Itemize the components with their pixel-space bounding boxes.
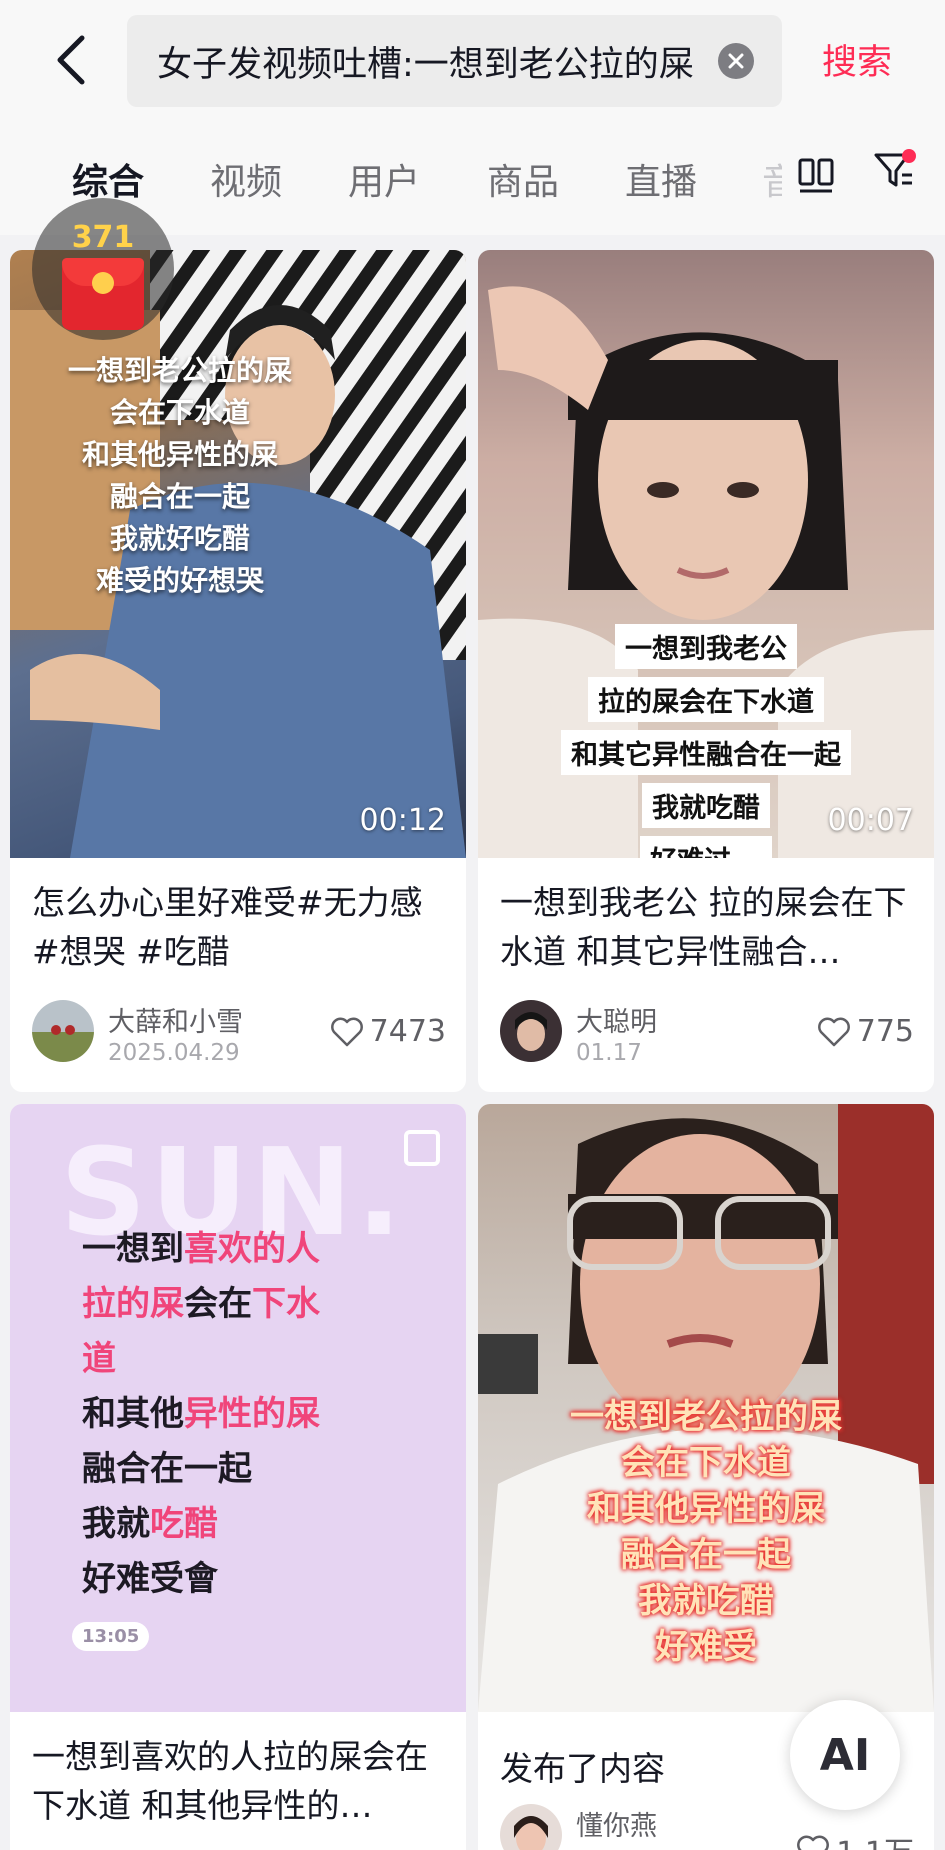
chevron-left-icon [57, 35, 85, 85]
author-row: 懂你燕 1.1万 [500, 1804, 914, 1850]
layout-toggle-button[interactable] [796, 155, 836, 195]
caption-line: 会在下水道 [621, 1443, 791, 1483]
like-count-value: 775 [856, 1014, 914, 1049]
caption-line: 和其它异性融合在一起 [561, 730, 851, 775]
grid-view-icon [798, 158, 834, 193]
result-title[interactable]: 一想到我老公 拉的屎会在下水道 和其它异性融合… [500, 878, 914, 978]
caption-line: 和其他异性的屎 [81, 438, 278, 471]
image-thumbnail[interactable]: SUN. 一想到喜欢的人 拉的屎会在下水 道 和其他异性的屎 融合在一起 我就吃… [10, 1104, 466, 1712]
red-envelope-widget[interactable]: 371 [32, 198, 174, 340]
result-title[interactable]: 怎么办心里好难受#无力感 #想哭 #吃醋 [32, 878, 446, 978]
caption-highlight: 道 [82, 1339, 116, 1379]
caption-segment: 融合在一起 [82, 1449, 252, 1489]
avatar[interactable] [500, 1804, 562, 1850]
result-title[interactable]: 一想到喜欢的人拉的屎会在下水道 和其他异性的… [32, 1732, 446, 1832]
search-button[interactable]: 搜索 [822, 34, 892, 85]
caption-highlight: 拉的屎 [82, 1284, 184, 1324]
caption-line: 融合在一起 [621, 1535, 791, 1575]
tab-music[interactable]: 音 [762, 153, 782, 205]
back-button[interactable] [44, 30, 96, 90]
caption-line: 一想到我老公 [615, 624, 797, 669]
like-count[interactable]: 7473 [330, 1014, 446, 1049]
result-card[interactable]: SUN. 一想到喜欢的人 拉的屎会在下水 道 和其他异性的屎 融合在一起 我就吃… [10, 1104, 466, 1850]
thumbnail-caption: 一想到老公拉的屎 会在下水道 和其他异性的屎 融合在一起 我就吃醋 好难受 [478, 1394, 934, 1670]
caption-segment: 和其他 [82, 1394, 184, 1434]
author-name[interactable]: 大薛和小雪 [108, 1000, 243, 1039]
video-duration: 00:07 [827, 803, 914, 838]
caption-line: 难受的好想哭 [95, 564, 264, 597]
author-name[interactable]: 懂你燕 [576, 1804, 657, 1843]
caption-line: 好难过... [640, 836, 772, 858]
filter-notification-dot [902, 149, 916, 163]
heart-icon [817, 1017, 850, 1046]
caption-line: 拉的屎会在下水 [82, 1277, 320, 1332]
like-count-value: 1.1万 [836, 1828, 914, 1850]
caption-line: 融合在一起 [109, 480, 250, 513]
caption-line: 一想到老公拉的屎 [67, 354, 292, 387]
caption-line: 我就吃醋 [638, 1581, 774, 1621]
result-card[interactable]: 一想到老公拉的屎 会在下水道 和其他异性的屎 融合在一起 我就好吃醋 难受的好想… [10, 250, 466, 1092]
caption-line: 一想到喜欢的人 [82, 1222, 320, 1277]
image-thumbnail[interactable]: 一想到老公拉的屎 会在下水道 和其他异性的屎 融合在一起 我就吃醋 好难受 [478, 1104, 934, 1712]
video-duration: 00:12 [359, 803, 446, 838]
search-header: 女子发视频吐槽:一想到老公拉的屎 搜索 [0, 0, 945, 125]
caption-line: 和其他异性的屎 [587, 1489, 825, 1529]
caption-line: 好难受會 [82, 1552, 320, 1607]
caption-segment: 我就 [82, 1504, 150, 1544]
search-query-text: 女子发视频吐槽:一想到老公拉的屎 [157, 44, 694, 85]
caption-highlight: 异性的屎 [184, 1394, 320, 1434]
red-envelope-count: 371 [71, 220, 135, 255]
avatar[interactable] [500, 1000, 562, 1062]
multi-image-icon [404, 1130, 440, 1166]
post-date: 01.17 [576, 1040, 642, 1066]
author-row: 大薛和小雪 2025.04.29 7473 [32, 1000, 446, 1070]
tab-products[interactable]: 商品 [487, 153, 559, 205]
time-badge: 13:05 [72, 1622, 150, 1651]
ai-assistant-button[interactable]: AI [790, 1700, 900, 1810]
thumbnail-caption: 一想到喜欢的人 拉的屎会在下水 道 和其他异性的屎 融合在一起 我就吃醋 好难受… [82, 1222, 320, 1607]
tab-live[interactable]: 直播 [625, 153, 697, 205]
video-thumbnail[interactable]: 一想到我老公 拉的屎会在下水道 和其它异性融合在一起 我就吃醋 好难过... 0… [478, 250, 934, 858]
like-count-value: 7473 [369, 1014, 446, 1049]
avatar[interactable] [32, 1000, 94, 1062]
clear-search-button[interactable] [718, 43, 754, 79]
caption-highlight: 吃醋 [150, 1504, 218, 1544]
tab-video[interactable]: 视频 [210, 153, 282, 205]
caption-segment: 会在 [184, 1284, 252, 1324]
caption-line: 我就好吃醋 [109, 522, 250, 555]
caption-highlight: 下水 [252, 1284, 320, 1324]
caption-line: 融合在一起 [82, 1442, 320, 1497]
red-envelope-icon [62, 258, 144, 330]
thumbnail-caption: 一想到老公拉的屎 会在下水道 和其他异性的屎 融合在一起 我就好吃醋 难受的好想… [10, 350, 350, 602]
author-name[interactable]: 大聪明 [576, 1000, 657, 1039]
result-card[interactable]: 一想到我老公 拉的屎会在下水道 和其它异性融合在一起 我就吃醋 好难过... 0… [478, 250, 934, 1092]
caption-segment: 一想到 [82, 1229, 184, 1269]
caption-line: 道 [82, 1332, 320, 1387]
caption-highlight: 喜欢的人 [184, 1229, 320, 1269]
author-row: 大聪明 01.17 775 [500, 1000, 914, 1070]
caption-line: 拉的屎会在下水道 [588, 677, 824, 722]
caption-line: 好难受 [655, 1627, 757, 1667]
tab-users[interactable]: 用户 [348, 153, 420, 205]
caption-line: 一想到老公拉的屎 [570, 1397, 842, 1437]
caption-line: 和其他异性的屎 [82, 1387, 320, 1442]
caption-line: 我就吃醋 [642, 783, 770, 828]
caption-segment: 好难受會 [82, 1559, 218, 1599]
video-thumbnail[interactable]: 一想到老公拉的屎 会在下水道 和其他异性的屎 融合在一起 我就好吃醋 难受的好想… [10, 250, 466, 858]
heart-icon [797, 1835, 830, 1850]
like-count[interactable]: 775 [817, 1014, 914, 1049]
caption-line: 会在下水道 [109, 396, 250, 429]
caption-line: 我就吃醋 [82, 1497, 320, 1552]
filter-button[interactable] [872, 145, 920, 197]
search-input[interactable]: 女子发视频吐槽:一想到老公拉的屎 [127, 15, 782, 107]
close-icon [728, 53, 744, 69]
heart-icon [330, 1017, 363, 1046]
post-date: 2025.04.29 [108, 1040, 240, 1066]
like-count[interactable]: 1.1万 [796, 1828, 914, 1850]
